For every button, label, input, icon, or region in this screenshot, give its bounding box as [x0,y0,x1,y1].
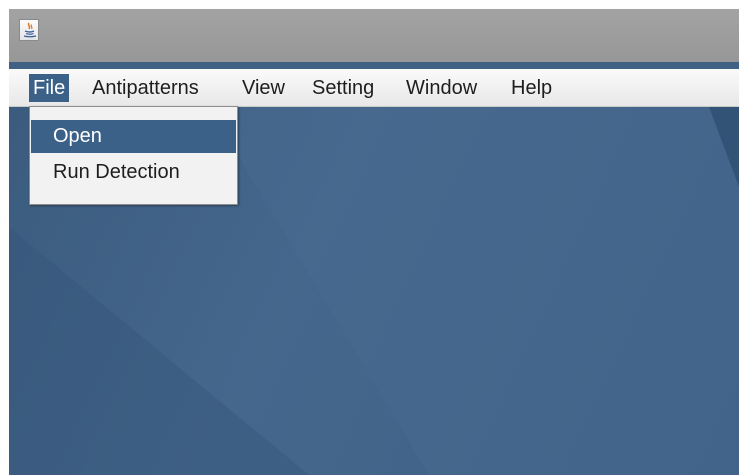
java-icon[interactable] [19,19,39,41]
menu-bar: File Antipatterns View Setting Window He… [9,62,739,107]
menu-item-open[interactable]: Open [31,120,236,153]
menu-file[interactable]: File [29,74,70,102]
menu-help[interactable]: Help [511,74,552,102]
menu-antipatterns[interactable]: Antipatterns [92,74,199,102]
menu-window[interactable]: Window [406,74,477,102]
menu-setting[interactable]: Setting [312,74,374,102]
dropdown-spacer [30,107,237,120]
file-dropdown-menu: Open Run Detection [29,106,238,205]
menu-item-run-detection[interactable]: Run Detection [31,156,236,189]
menu-view[interactable]: View [242,74,285,102]
title-bar [9,9,739,62]
app-window: File Antipatterns View Setting Window He… [9,9,739,475]
